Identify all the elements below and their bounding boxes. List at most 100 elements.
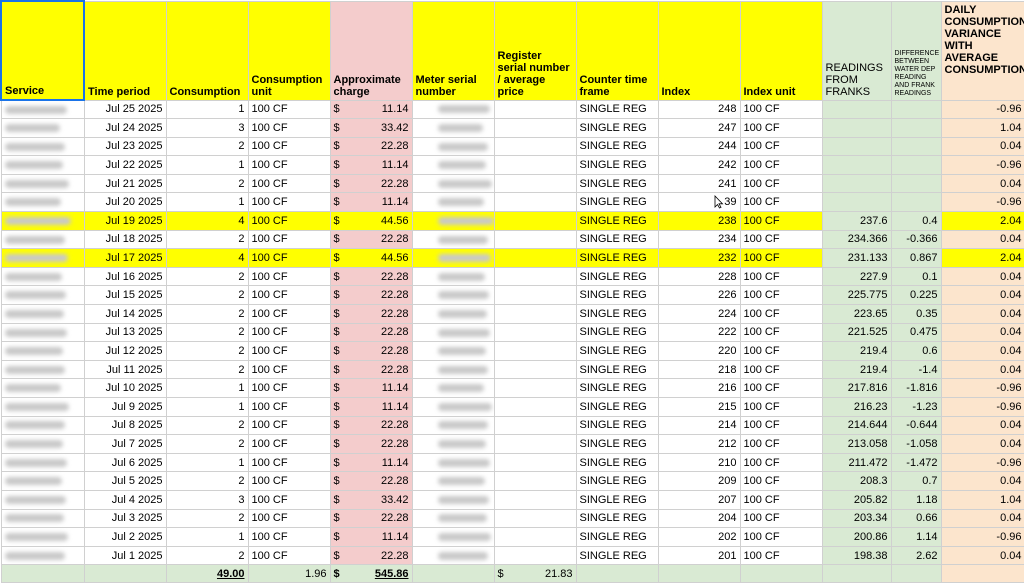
index-unit-cell[interactable]: 100 CF — [739, 173, 823, 194]
daily-variance-cell[interactable]: -0.96 — [940, 452, 1024, 473]
index-unit-cell[interactable]: 100 CF — [739, 266, 823, 287]
approximate-charge-cell[interactable]: $22.28 — [329, 322, 413, 343]
approximate-charge-cell[interactable]: $22.28 — [329, 508, 413, 529]
counter-time-frame-cell[interactable]: SINGLE REG — [575, 155, 659, 175]
consumption-unit-cell[interactable]: 100 CF — [247, 99, 331, 120]
consumption-cell[interactable]: 2 — [165, 471, 249, 491]
approximate-charge-cell[interactable]: $11.14 — [329, 378, 413, 398]
counter-time-frame-cell[interactable]: SINGLE REG — [575, 341, 659, 361]
register-serial-cell[interactable] — [493, 155, 577, 175]
index-unit-cell[interactable]: 100 CF — [739, 434, 823, 454]
index-cell[interactable]: 226 — [657, 285, 741, 306]
difference-cell[interactable]: 2.62 — [890, 545, 942, 566]
counter-time-frame-cell[interactable]: SINGLE REG — [575, 229, 659, 250]
register-serial-cell[interactable] — [493, 211, 577, 231]
readings-from-franks-cell[interactable]: 203.34 — [821, 508, 892, 529]
time-period-cell[interactable]: Jul 4 2025 — [83, 489, 167, 510]
index-cell[interactable]: 238 — [657, 211, 741, 231]
difference-cell[interactable]: -1.4 — [890, 359, 942, 380]
index-cell[interactable]: 39 — [657, 192, 741, 213]
index-unit-cell[interactable]: 100 CF — [739, 136, 823, 157]
register-serial-cell[interactable] — [493, 192, 577, 213]
index-unit-cell[interactable]: 100 CF — [739, 415, 823, 436]
index-cell[interactable]: 212 — [657, 434, 741, 454]
service-cell[interactable] — [0, 545, 85, 566]
register-serial-cell[interactable] — [493, 545, 577, 566]
approximate-charge-cell[interactable]: $44.56 — [329, 248, 413, 268]
service-cell[interactable] — [0, 378, 85, 398]
difference-cell[interactable] — [890, 192, 942, 213]
service-cell[interactable] — [0, 452, 85, 473]
header-daily-variance[interactable]: DAILY CONSUMPTION VARIANCE WITH AVERAGE … — [940, 0, 1024, 101]
index-cell[interactable]: 218 — [657, 359, 741, 380]
counter-time-frame-cell[interactable]: SINGLE REG — [575, 527, 659, 547]
meter-serial-cell[interactable] — [411, 545, 495, 566]
consumption-cell[interactable]: 2 — [165, 173, 249, 194]
totals-time-period-cell[interactable] — [83, 564, 167, 583]
header-meter-serial-number[interactable]: Meter serial number — [411, 0, 495, 101]
meter-serial-cell[interactable] — [411, 397, 495, 417]
totals-unit-average[interactable]: 1.96 — [247, 564, 331, 583]
approximate-charge-cell[interactable]: $22.28 — [329, 415, 413, 436]
readings-from-franks-cell[interactable] — [821, 136, 892, 157]
difference-cell[interactable]: 0.35 — [890, 304, 942, 324]
index-cell[interactable]: 244 — [657, 136, 741, 157]
daily-variance-cell[interactable]: 1.04 — [940, 489, 1024, 510]
index-unit-cell[interactable]: 100 CF — [739, 527, 823, 547]
index-cell[interactable]: 220 — [657, 341, 741, 361]
time-period-cell[interactable]: Jul 18 2025 — [83, 229, 167, 250]
daily-variance-cell[interactable]: 2.04 — [940, 211, 1024, 231]
register-serial-cell[interactable] — [493, 136, 577, 157]
meter-serial-cell[interactable] — [411, 229, 495, 250]
service-cell[interactable] — [0, 415, 85, 436]
meter-serial-cell[interactable] — [411, 136, 495, 157]
daily-variance-cell[interactable]: 0.04 — [940, 415, 1024, 436]
time-period-cell[interactable]: Jul 1 2025 — [83, 545, 167, 566]
time-period-cell[interactable]: Jul 15 2025 — [83, 285, 167, 306]
register-serial-cell[interactable] — [493, 99, 577, 120]
difference-cell[interactable] — [890, 99, 942, 120]
meter-serial-cell[interactable] — [411, 266, 495, 287]
counter-time-frame-cell[interactable]: SINGLE REG — [575, 136, 659, 157]
meter-serial-cell[interactable] — [411, 471, 495, 491]
service-cell[interactable] — [0, 434, 85, 454]
register-serial-cell[interactable] — [493, 285, 577, 306]
approximate-charge-cell[interactable]: $22.28 — [329, 285, 413, 306]
time-period-cell[interactable]: Jul 19 2025 — [83, 211, 167, 231]
consumption-unit-cell[interactable]: 100 CF — [247, 527, 331, 547]
consumption-cell[interactable]: 1 — [165, 378, 249, 398]
approximate-charge-cell[interactable]: $44.56 — [329, 211, 413, 231]
counter-time-frame-cell[interactable]: SINGLE REG — [575, 508, 659, 529]
register-serial-cell[interactable] — [493, 322, 577, 343]
meter-serial-cell[interactable] — [411, 173, 495, 194]
index-unit-cell[interactable]: 100 CF — [739, 229, 823, 250]
service-cell[interactable] — [0, 285, 85, 306]
approximate-charge-cell[interactable]: $11.14 — [329, 99, 413, 120]
consumption-cell[interactable]: 2 — [165, 545, 249, 566]
counter-time-frame-cell[interactable]: SINGLE REG — [575, 211, 659, 231]
time-period-cell[interactable]: Jul 9 2025 — [83, 397, 167, 417]
service-cell[interactable] — [0, 99, 85, 120]
time-period-cell[interactable]: Jul 13 2025 — [83, 322, 167, 343]
readings-from-franks-cell[interactable]: 211.472 — [821, 452, 892, 473]
meter-serial-cell[interactable] — [411, 118, 495, 138]
service-cell[interactable] — [0, 508, 85, 529]
header-service[interactable]: Service — [0, 0, 85, 101]
time-period-cell[interactable]: Jul 24 2025 — [83, 118, 167, 138]
approximate-charge-cell[interactable]: $33.42 — [329, 118, 413, 138]
header-difference[interactable]: DIFFERENCE BETWEEN WATER DEP READING AND… — [890, 0, 942, 101]
difference-cell[interactable] — [890, 118, 942, 138]
service-cell[interactable] — [0, 229, 85, 250]
index-cell[interactable]: 232 — [657, 248, 741, 268]
header-index[interactable]: Index — [657, 0, 741, 101]
time-period-cell[interactable]: Jul 16 2025 — [83, 266, 167, 287]
meter-serial-cell[interactable] — [411, 248, 495, 268]
register-serial-cell[interactable] — [493, 452, 577, 473]
index-unit-cell[interactable]: 100 CF — [739, 397, 823, 417]
index-cell[interactable]: 224 — [657, 304, 741, 324]
difference-cell[interactable] — [890, 173, 942, 194]
readings-from-franks-cell[interactable]: 234.366 — [821, 229, 892, 250]
consumption-cell[interactable]: 1 — [165, 155, 249, 175]
totals-charge[interactable]: $545.86 — [329, 564, 413, 583]
daily-variance-cell[interactable]: -0.96 — [940, 155, 1024, 175]
